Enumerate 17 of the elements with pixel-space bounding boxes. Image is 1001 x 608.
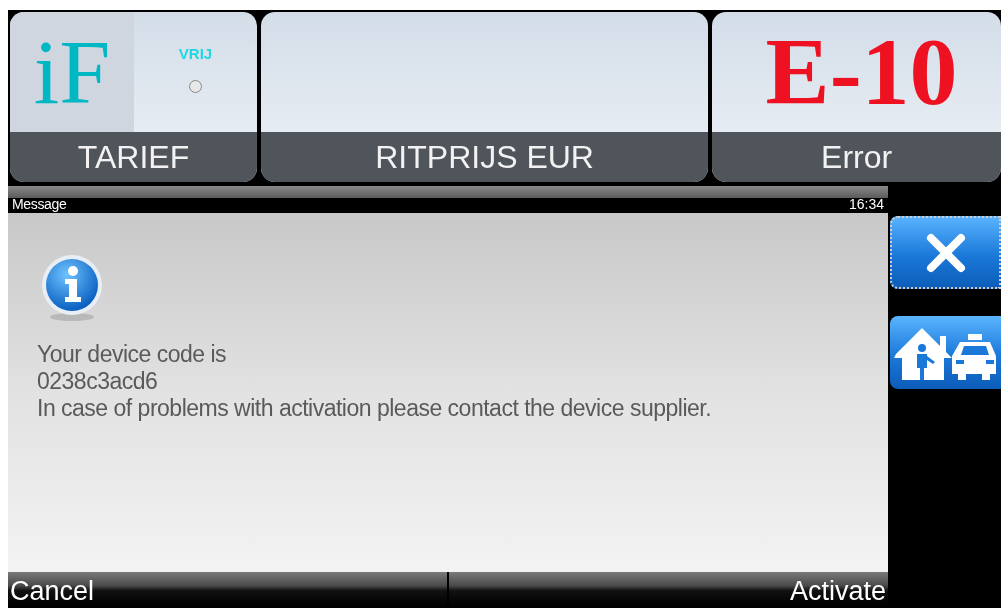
close-button[interactable] xyxy=(890,216,1001,289)
home-taxi-button[interactable] xyxy=(890,316,1001,389)
dialog-button[interactable]: Cancel xyxy=(8,572,447,606)
dialog-button[interactable]: Activate xyxy=(449,572,888,606)
close-icon xyxy=(924,231,967,274)
message-text: 0238c3acd6 xyxy=(37,368,159,395)
tile-label: TARIEF xyxy=(77,138,190,175)
message-text: In case of problems with activation please contact the device supplier. xyxy=(37,395,713,422)
message-text: Your device code is xyxy=(37,341,228,368)
tile-label: RITPRIJS EUR xyxy=(375,138,594,175)
status-text: VRIJ xyxy=(178,46,213,62)
indicator-icon xyxy=(189,80,202,93)
tile-label: Error xyxy=(821,138,893,175)
error-code: E-10 xyxy=(764,23,958,120)
clock-time: 16:34 xyxy=(848,195,884,213)
logo-text: iF xyxy=(33,25,111,118)
message-title: Message xyxy=(12,195,67,213)
